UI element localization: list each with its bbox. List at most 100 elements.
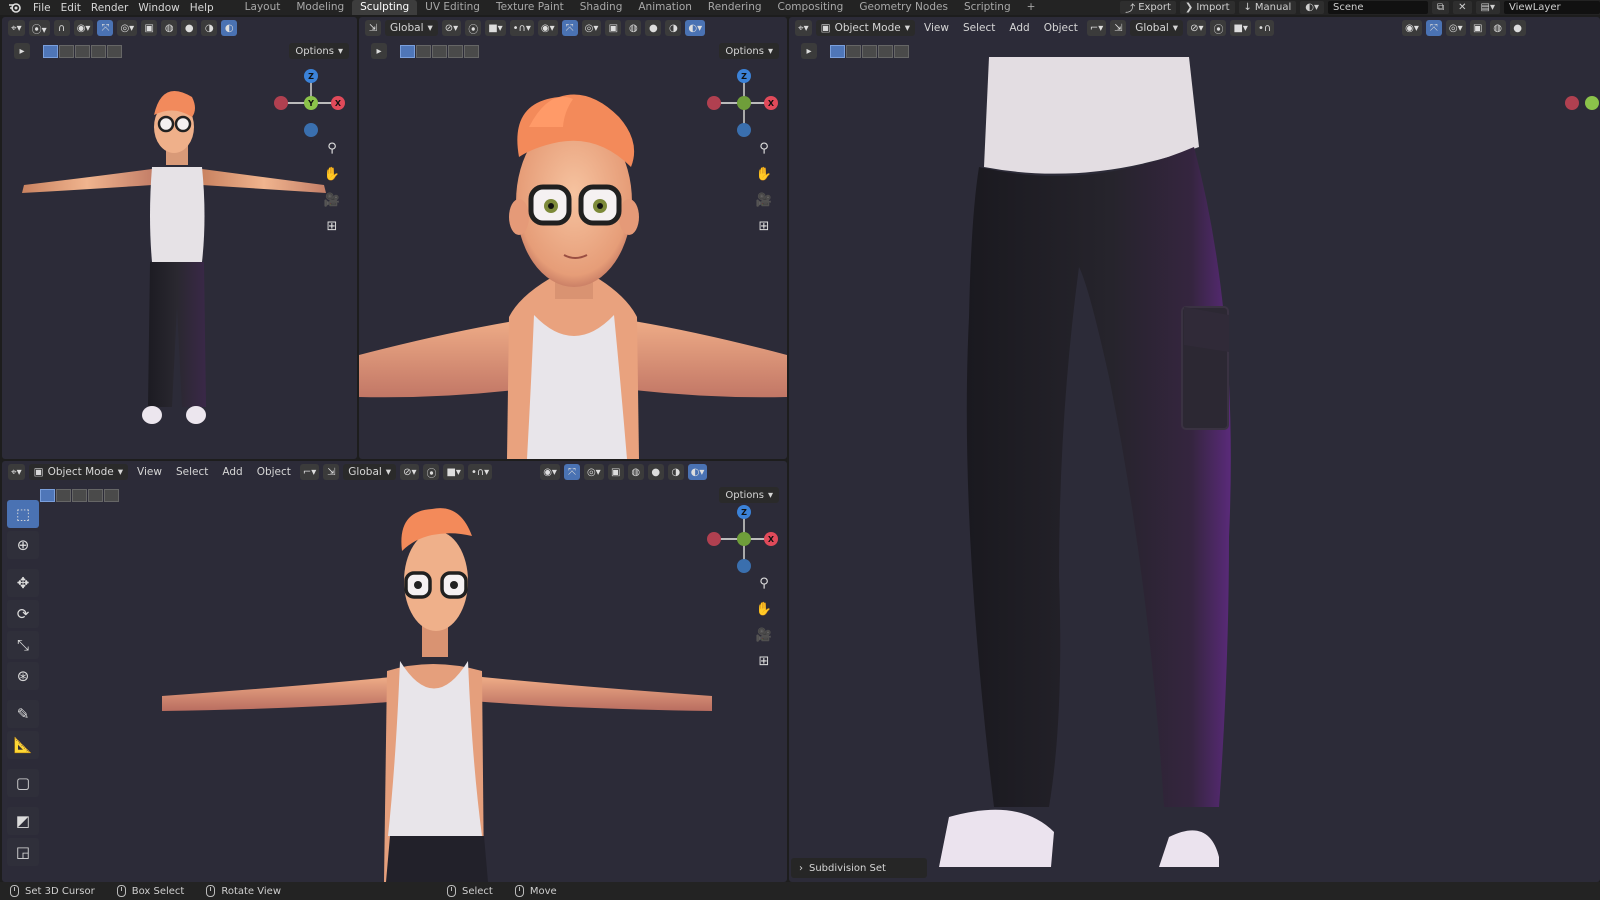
grid-icon[interactable]: ⊞ <box>753 651 775 672</box>
tab-shading[interactable]: Shading <box>572 0 631 15</box>
add-cube-tool-icon[interactable]: ▢ <box>7 769 39 797</box>
x-axis-dot[interactable]: X <box>331 96 345 110</box>
snap-target-icon[interactable]: ■▾ <box>1230 20 1251 36</box>
overlay-icon[interactable]: ◎▾ <box>117 20 138 36</box>
navigation-gizmo[interactable]: Z X <box>707 505 781 575</box>
snap-target-icon[interactable]: ■▾ <box>443 464 464 480</box>
snap-icon[interactable]: ⦿ <box>1210 20 1227 36</box>
view-layer-icon[interactable]: ▤▾ <box>1475 1 1500 14</box>
orientation-dropdown[interactable]: Global ▾ <box>1130 20 1184 36</box>
camera-icon[interactable]: 🎥 <box>753 625 775 646</box>
shrink-fatten-tool-icon[interactable]: ◩ <box>7 807 39 835</box>
zoom-icon[interactable]: ⚲ <box>321 138 343 159</box>
xray-icon[interactable]: ▣ <box>607 464 624 480</box>
menu-edit[interactable]: Edit <box>56 2 86 14</box>
manual-button[interactable]: ↓ Manual <box>1238 1 1297 14</box>
scene-delete-icon[interactable]: ✕ <box>1453 1 1472 14</box>
y-axis-dot[interactable] <box>737 532 751 546</box>
orientation-dropdown[interactable]: Global ▾ <box>385 20 438 36</box>
pivot-icon[interactable]: ⊘▾ <box>400 464 420 480</box>
visibility-icon[interactable]: ◉▾ <box>73 20 94 36</box>
tab-scripting[interactable]: Scripting <box>956 0 1019 15</box>
neg-x-axis-dot[interactable] <box>274 96 288 110</box>
menu-file[interactable]: File <box>28 2 56 14</box>
overlay-icon[interactable]: ◎▾ <box>583 464 604 480</box>
x-axis-dot[interactable]: X <box>764 96 778 110</box>
pan-hand-icon[interactable]: ✋ <box>753 599 775 620</box>
proportional-icon[interactable]: •∩▾ <box>467 464 493 480</box>
select-menu[interactable]: Select <box>171 466 213 478</box>
annotate-tool-icon[interactable]: ✎ <box>7 700 39 728</box>
pan-hand-icon[interactable]: ✋ <box>753 164 775 185</box>
shading-solid-icon[interactable]: ● <box>647 464 664 480</box>
proportional-icon[interactable]: •∩ <box>1254 20 1275 36</box>
camera-icon[interactable]: 🎥 <box>753 190 775 211</box>
blender-logo-icon[interactable] <box>6 0 22 15</box>
options-dropdown[interactable]: Options ▾ <box>289 43 349 59</box>
shading-material-icon[interactable]: ◑ <box>201 20 218 36</box>
orientation-icon[interactable]: ⇲ <box>365 20 381 36</box>
mode-dropdown[interactable]: ▣ Object Mode ▾ <box>28 464 129 480</box>
snap-icon[interactable]: ⦿▾ <box>28 20 50 36</box>
menu-render[interactable]: Render <box>86 2 133 14</box>
editor-type-icon[interactable]: ⌖▾ <box>8 464 25 480</box>
options-dropdown[interactable]: Options ▾ <box>719 487 779 503</box>
export-button[interactable]: ⤴ Export <box>1120 1 1176 15</box>
shading-rendered-icon[interactable]: ◐▾ <box>685 20 706 36</box>
select-box-tool-icon[interactable]: ⬚ <box>7 500 39 528</box>
pivot-icon[interactable]: ⊘▾ <box>441 20 462 36</box>
shading-material-icon[interactable]: ◑ <box>667 464 684 480</box>
grid-icon[interactable]: ⊞ <box>321 216 343 237</box>
viewport-front[interactable]: ⌖▾ ⦿▾ ∩ ◉▾ ⤧ ◎▾ ▣ ◍ ● ◑ ◐ ▸ Options ▾ Z X… <box>2 17 357 459</box>
x-axis-dot[interactable]: X <box>764 532 778 546</box>
tab-sculpting[interactable]: Sculpting <box>352 0 418 15</box>
select-mode-buttons[interactable] <box>40 488 119 502</box>
shading-material-icon[interactable]: ◑ <box>665 20 682 36</box>
add-workspace-icon[interactable]: + <box>1019 0 1044 15</box>
tab-texture-paint[interactable]: Texture Paint <box>488 0 572 15</box>
selection-tool-icon[interactable]: ▸ <box>371 43 387 59</box>
scene-copy-icon[interactable]: ⧉ <box>1432 1 1450 14</box>
y-axis-dot[interactable] <box>1585 96 1599 110</box>
neg-z-axis-dot[interactable] <box>304 123 318 137</box>
z-axis-dot[interactable]: Z <box>737 505 751 519</box>
tab-geometry-nodes[interactable]: Geometry Nodes <box>851 0 956 15</box>
transform-icon[interactable]: ⌐▾ <box>299 464 320 480</box>
shading-solid-icon[interactable]: ● <box>645 20 662 36</box>
xray-icon[interactable]: ▣ <box>1469 20 1486 36</box>
view-layer-field[interactable]: ViewLayer <box>1504 1 1600 14</box>
select-menu[interactable]: Select <box>958 22 1000 34</box>
gizmo-toggle-icon[interactable]: ⤧ <box>563 464 580 480</box>
viewport-face[interactable]: ⇲ Global ▾ ⊘▾ ⦿ ■▾ •∩▾ ◉▾ ⤧ ◎▾ ▣ ◍ ● ◑ ◐▾… <box>359 17 787 459</box>
overlay-icon[interactable]: ◎▾ <box>581 20 602 36</box>
select-mode-buttons[interactable] <box>400 44 479 58</box>
xray-icon[interactable]: ▣ <box>605 20 622 36</box>
orientation-dropdown[interactable]: Global ▾ <box>343 464 397 480</box>
xray-icon[interactable]: ▣ <box>141 20 158 36</box>
object-menu[interactable]: Object <box>252 466 296 478</box>
grid-icon[interactable]: ⊞ <box>753 216 775 237</box>
shading-solid-icon[interactable]: ● <box>181 20 198 36</box>
neg-z-axis-dot[interactable] <box>737 123 751 137</box>
shading-wire-icon[interactable]: ◍ <box>627 464 644 480</box>
import-button[interactable]: ❯ Import <box>1179 1 1235 14</box>
proportional-icon[interactable]: ∩ <box>53 20 70 36</box>
tab-modeling[interactable]: Modeling <box>288 0 352 15</box>
editor-type-icon[interactable]: ⌖▾ <box>8 20 25 36</box>
y-axis-dot[interactable]: Y <box>304 96 318 110</box>
select-mode-buttons[interactable] <box>830 44 909 58</box>
transform-icon[interactable]: ⌐▾ <box>1086 20 1107 36</box>
tab-uv-editing[interactable]: UV Editing <box>417 0 488 15</box>
snap-target-icon[interactable]: ■▾ <box>485 20 506 36</box>
menu-help[interactable]: Help <box>185 2 219 14</box>
zoom-icon[interactable]: ⚲ <box>753 573 775 594</box>
view-menu[interactable]: View <box>919 22 954 34</box>
neg-x-axis-dot[interactable] <box>707 532 721 546</box>
orientation-icon[interactable]: ⇲ <box>323 464 340 480</box>
last-operation-panel[interactable]: › Subdivision Set <box>791 858 927 878</box>
selection-tool-icon[interactable]: ▸ <box>14 43 30 59</box>
navigation-gizmo[interactable] <box>1565 69 1600 139</box>
add-menu[interactable]: Add <box>217 466 247 478</box>
select-mode-buttons[interactable] <box>43 44 122 58</box>
cursor-tool-icon[interactable]: ⊕ <box>7 531 39 559</box>
